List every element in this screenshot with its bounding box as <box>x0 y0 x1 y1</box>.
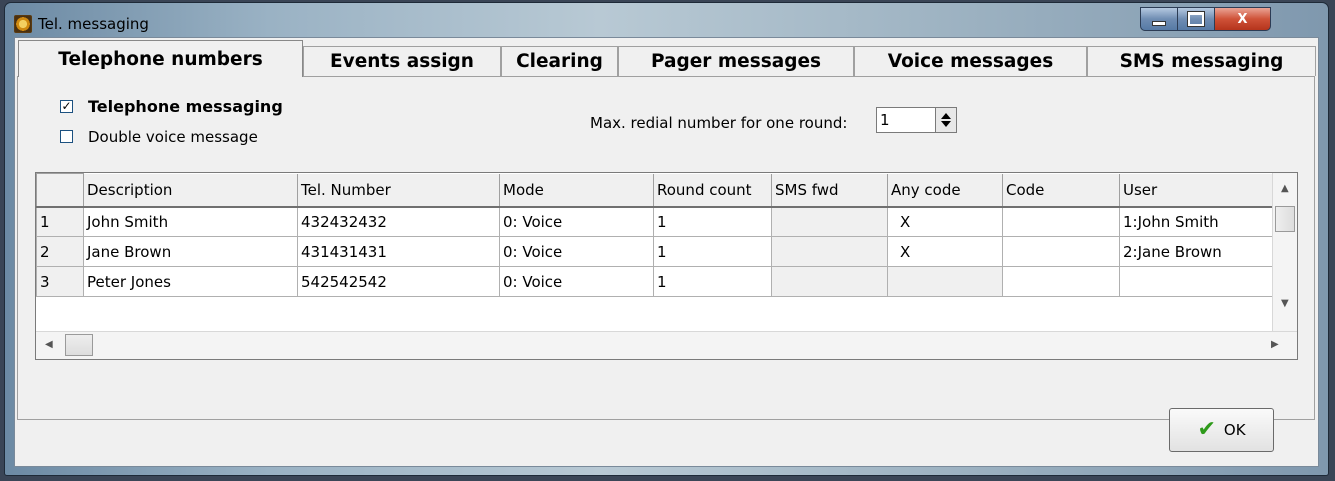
close-icon: X <box>1237 11 1248 27</box>
max-redial-spinner[interactable] <box>935 107 957 133</box>
cell-user[interactable]: 1:John Smith <box>1119 205 1276 237</box>
cell-description[interactable]: Jane Brown <box>83 236 298 267</box>
cell-sms-fwd[interactable] <box>771 266 888 297</box>
ok-button-label: OK <box>1223 421 1246 439</box>
grid-table: Description Tel. Number Mode Round count… <box>36 173 1276 297</box>
cell-user[interactable] <box>1119 266 1276 297</box>
cell-tel-number[interactable]: 432432432 <box>297 205 500 237</box>
title-bar[interactable]: Tel. messaging X <box>5 3 1328 37</box>
spin-down-icon[interactable] <box>941 121 951 127</box>
tab-voice-messages[interactable]: Voice messages <box>854 46 1087 76</box>
header-mode[interactable]: Mode <box>499 173 654 207</box>
row-number[interactable]: 2 <box>36 236 84 267</box>
tab-pager-messages[interactable]: Pager messages <box>618 46 854 76</box>
scroll-right-icon[interactable]: ▶ <box>1271 339 1279 350</box>
cell-round-count[interactable]: 1 <box>653 236 772 267</box>
telephone-numbers-panel: ✓ Telephone messaging Double voice messa… <box>17 76 1315 420</box>
cell-round-count[interactable]: 1 <box>653 205 772 237</box>
cell-round-count[interactable]: 1 <box>653 266 772 297</box>
check-icon: ✔ <box>1197 417 1216 442</box>
cell-any-code[interactable] <box>887 266 1003 297</box>
vertical-scroll-thumb[interactable] <box>1275 206 1295 232</box>
telephone-numbers-grid: Description Tel. Number Mode Round count… <box>35 172 1298 360</box>
cell-description[interactable]: John Smith <box>83 205 298 237</box>
cell-description[interactable]: Peter Jones <box>83 266 298 297</box>
cell-mode[interactable]: 0: Voice <box>499 205 654 237</box>
vertical-scrollbar[interactable]: ▲ ▼ <box>1272 173 1297 333</box>
scroll-left-icon[interactable]: ◀ <box>45 339 53 350</box>
header-tel-number[interactable]: Tel. Number <box>297 173 500 207</box>
tab-strip: Telephone numbers Events assign Clearing… <box>18 40 1318 77</box>
close-button[interactable]: X <box>1214 7 1271 31</box>
header-user[interactable]: User <box>1119 173 1276 207</box>
maximize-icon <box>1187 11 1205 27</box>
cell-tel-number[interactable]: 431431431 <box>297 236 500 267</box>
scroll-up-icon[interactable]: ▲ <box>1281 183 1289 194</box>
cell-any-code[interactable]: X <box>887 236 1003 267</box>
maximize-button[interactable] <box>1177 7 1215 31</box>
header-round-count[interactable]: Round count <box>653 173 772 207</box>
cell-code[interactable] <box>1002 236 1120 267</box>
tab-events-assign[interactable]: Events assign <box>303 46 501 76</box>
table-row[interactable]: 1 John Smith 432432432 0: Voice 1 X 1:Jo… <box>36 205 1276 237</box>
grid-header-row: Description Tel. Number Mode Round count… <box>36 173 1276 207</box>
cell-mode[interactable]: 0: Voice <box>499 236 654 267</box>
cell-sms-fwd[interactable] <box>771 236 888 267</box>
window-title: Tel. messaging <box>38 15 149 33</box>
ok-button[interactable]: ✔ OK <box>1169 408 1274 452</box>
cell-user[interactable]: 2:Jane Brown <box>1119 236 1276 267</box>
minimize-icon <box>1152 20 1166 26</box>
header-code[interactable]: Code <box>1002 173 1120 207</box>
spin-up-icon[interactable] <box>941 113 951 119</box>
header-sms-fwd[interactable]: SMS fwd <box>771 173 888 207</box>
table-row[interactable]: 3 Peter Jones 542542542 0: Voice 1 <box>36 266 1276 297</box>
cell-code[interactable] <box>1002 266 1120 297</box>
header-row-number <box>36 173 84 207</box>
app-icon <box>14 15 32 33</box>
cell-mode[interactable]: 0: Voice <box>499 266 654 297</box>
checkmark-icon: ✓ <box>61 99 72 113</box>
tel-messaging-window: Tel. messaging X Telephone numbers Event… <box>4 2 1329 476</box>
row-number[interactable]: 3 <box>36 266 84 297</box>
horizontal-scroll-thumb[interactable] <box>65 334 93 356</box>
dialog-client-area: Telephone numbers Events assign Clearing… <box>14 37 1319 467</box>
horizontal-scrollbar[interactable]: ◀ ▶ <box>36 331 1297 359</box>
table-row[interactable]: 2 Jane Brown 431431431 0: Voice 1 X 2:Ja… <box>36 236 1276 267</box>
row-number[interactable]: 1 <box>36 205 84 237</box>
header-any-code[interactable]: Any code <box>887 173 1003 207</box>
cell-sms-fwd[interactable] <box>771 205 888 237</box>
double-voice-message-label: Double voice message <box>88 128 258 146</box>
max-redial-input[interactable]: 1 <box>876 107 936 133</box>
tab-telephone-numbers[interactable]: Telephone numbers <box>18 40 303 77</box>
telephone-messaging-label: Telephone messaging <box>88 97 283 116</box>
cell-code[interactable] <box>1002 205 1120 237</box>
cell-any-code[interactable]: X <box>887 205 1003 237</box>
cell-tel-number[interactable]: 542542542 <box>297 266 500 297</box>
scroll-down-icon[interactable]: ▼ <box>1281 298 1289 309</box>
tab-clearing[interactable]: Clearing <box>501 46 618 76</box>
max-redial-label: Max. redial number for one round: <box>590 114 848 132</box>
minimize-button[interactable] <box>1140 7 1178 31</box>
telephone-messaging-checkbox[interactable]: ✓ <box>60 100 73 113</box>
double-voice-message-checkbox[interactable] <box>60 130 73 143</box>
header-description[interactable]: Description <box>83 173 298 207</box>
tab-sms-messaging[interactable]: SMS messaging <box>1087 46 1316 76</box>
